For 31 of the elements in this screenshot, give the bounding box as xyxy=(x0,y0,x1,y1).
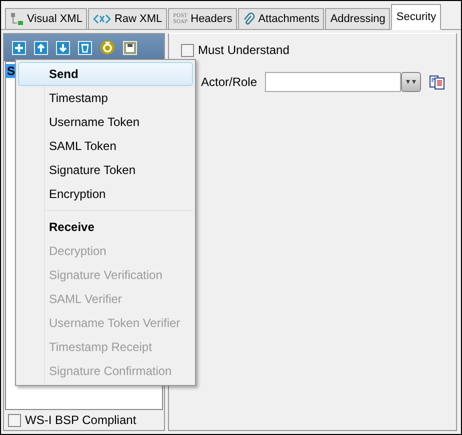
refresh-icon[interactable] xyxy=(100,40,115,55)
menu-item[interactable]: SAML Token xyxy=(18,134,193,158)
list-item[interactable]: S xyxy=(6,64,16,78)
tree-icon xyxy=(10,12,24,26)
menu-item[interactable]: Receive xyxy=(18,215,193,239)
add-icon[interactable] xyxy=(12,40,26,54)
dropdown-button[interactable] xyxy=(401,72,422,92)
actor-role-field[interactable] xyxy=(265,72,402,92)
trash-icon[interactable] xyxy=(78,40,92,54)
tab[interactable]: Attachments xyxy=(238,8,324,29)
up-arrow-icon[interactable] xyxy=(34,40,48,54)
tab[interactable]: Security xyxy=(391,4,442,30)
checkbox[interactable] xyxy=(181,44,194,56)
menu-item[interactable]: Encryption xyxy=(18,182,193,206)
field-label: Actor/Role xyxy=(201,75,258,89)
menu-item[interactable]: Signature Token xyxy=(18,158,193,182)
paperclip-icon xyxy=(243,12,256,26)
tab[interactable]: Raw XML xyxy=(88,8,168,29)
checkbox[interactable] xyxy=(8,414,21,426)
caret-icon xyxy=(405,79,418,85)
checkbox-label: Must Understand xyxy=(198,43,290,57)
menu-item[interactable]: Send xyxy=(18,62,193,86)
menu-item[interactable]: Timestamp xyxy=(18,86,193,110)
checkbox-label: WS-I BSP Compliant xyxy=(25,413,136,427)
save-icon[interactable] xyxy=(123,40,137,54)
menu-item[interactable]: Username Token xyxy=(18,110,193,134)
code-icon xyxy=(93,14,112,24)
documents-icon[interactable] xyxy=(429,74,446,90)
down-arrow-icon[interactable] xyxy=(56,40,70,54)
tab[interactable]: Addressing xyxy=(325,8,390,29)
tab[interactable]: Visual XML xyxy=(5,8,88,29)
